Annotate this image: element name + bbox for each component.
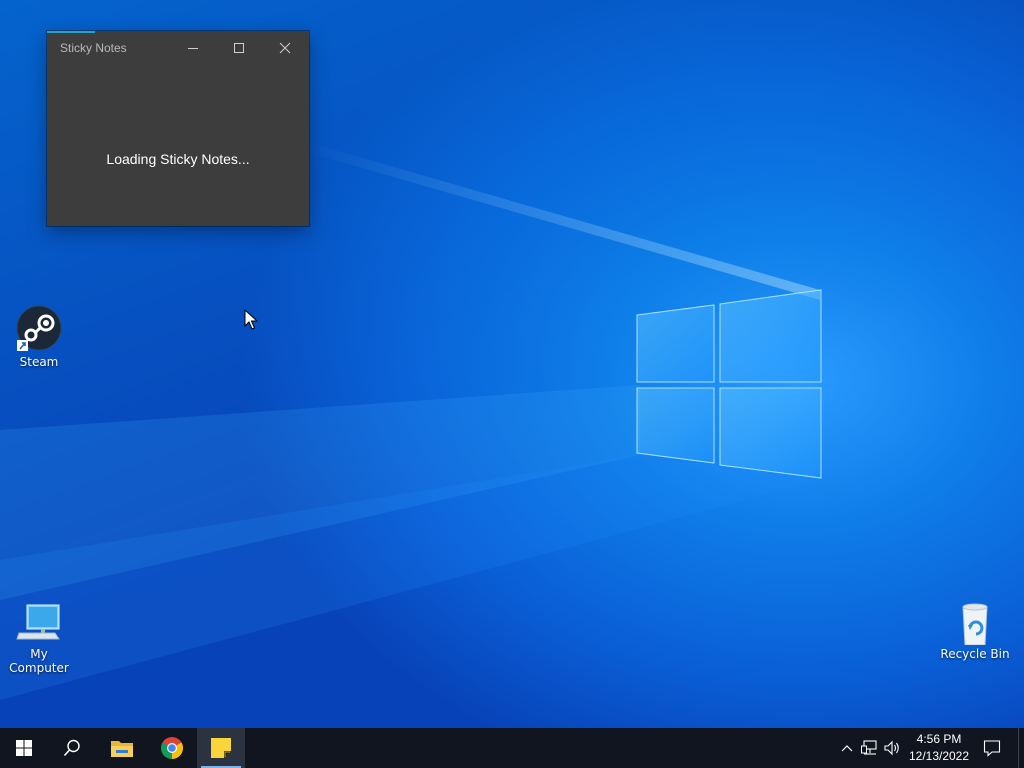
sticky-notes-window: Sticky Notes Loading Sticky Notes... bbox=[47, 31, 309, 226]
mouse-cursor-icon bbox=[244, 309, 258, 330]
folder-icon bbox=[111, 741, 133, 757]
chrome-icon bbox=[161, 737, 183, 759]
maximize-icon bbox=[234, 43, 244, 53]
minimize-button[interactable] bbox=[170, 31, 216, 65]
desktop-icon-recycle-bin[interactable]: Recycle Bin bbox=[935, 603, 1015, 661]
sticky-notes-icon bbox=[211, 738, 231, 758]
network-icon bbox=[861, 740, 877, 755]
desktop-icon-label: My Computer bbox=[9, 647, 69, 675]
chevron-up-icon bbox=[841, 745, 853, 752]
window-title: Sticky Notes bbox=[60, 41, 127, 55]
tray-overflow-button[interactable] bbox=[836, 728, 858, 768]
steam-icon bbox=[16, 305, 62, 351]
search-icon bbox=[63, 739, 80, 757]
windows-logo-wallpaper bbox=[636, 289, 822, 479]
close-button[interactable] bbox=[262, 31, 308, 65]
start-button[interactable] bbox=[0, 728, 48, 768]
windows-start-icon bbox=[16, 740, 32, 756]
clock-time: 4:56 PM bbox=[916, 732, 962, 746]
tray-volume-button[interactable] bbox=[882, 728, 904, 768]
notification-icon bbox=[983, 740, 1001, 757]
taskbar-file-explorer[interactable] bbox=[98, 728, 146, 768]
show-desktop-button[interactable] bbox=[1018, 728, 1024, 768]
minimize-icon bbox=[188, 48, 198, 49]
close-icon bbox=[279, 42, 291, 54]
desktop-icon-label: Recycle Bin bbox=[940, 647, 1010, 661]
desktop-icon-steam[interactable]: Steam bbox=[0, 305, 79, 369]
desktop-icon-my-computer[interactable]: My Computer bbox=[0, 603, 79, 675]
computer-icon bbox=[16, 604, 60, 640]
desktop: Steam My Computer Recycle Bin Sticky Not… bbox=[0, 0, 1024, 728]
taskbar-clock[interactable]: 4:56 PM 12/13/2022 bbox=[904, 731, 974, 765]
window-titlebar[interactable]: Sticky Notes bbox=[47, 31, 309, 65]
tray-network-button[interactable] bbox=[859, 728, 881, 768]
desktop-icon-label: Steam bbox=[19, 355, 59, 369]
maximize-button[interactable] bbox=[216, 31, 262, 65]
search-button[interactable] bbox=[48, 728, 96, 768]
action-center-button[interactable] bbox=[974, 728, 1010, 768]
loading-message: Loading Sticky Notes... bbox=[106, 151, 250, 167]
taskbar-chrome[interactable] bbox=[148, 728, 196, 768]
recycle-bin-icon bbox=[962, 603, 988, 645]
taskbar: 4:56 PM 12/13/2022 bbox=[0, 728, 1024, 768]
taskbar-sticky-notes[interactable] bbox=[197, 728, 245, 768]
clock-date: 12/13/2022 bbox=[908, 749, 970, 763]
volume-icon bbox=[884, 740, 899, 756]
